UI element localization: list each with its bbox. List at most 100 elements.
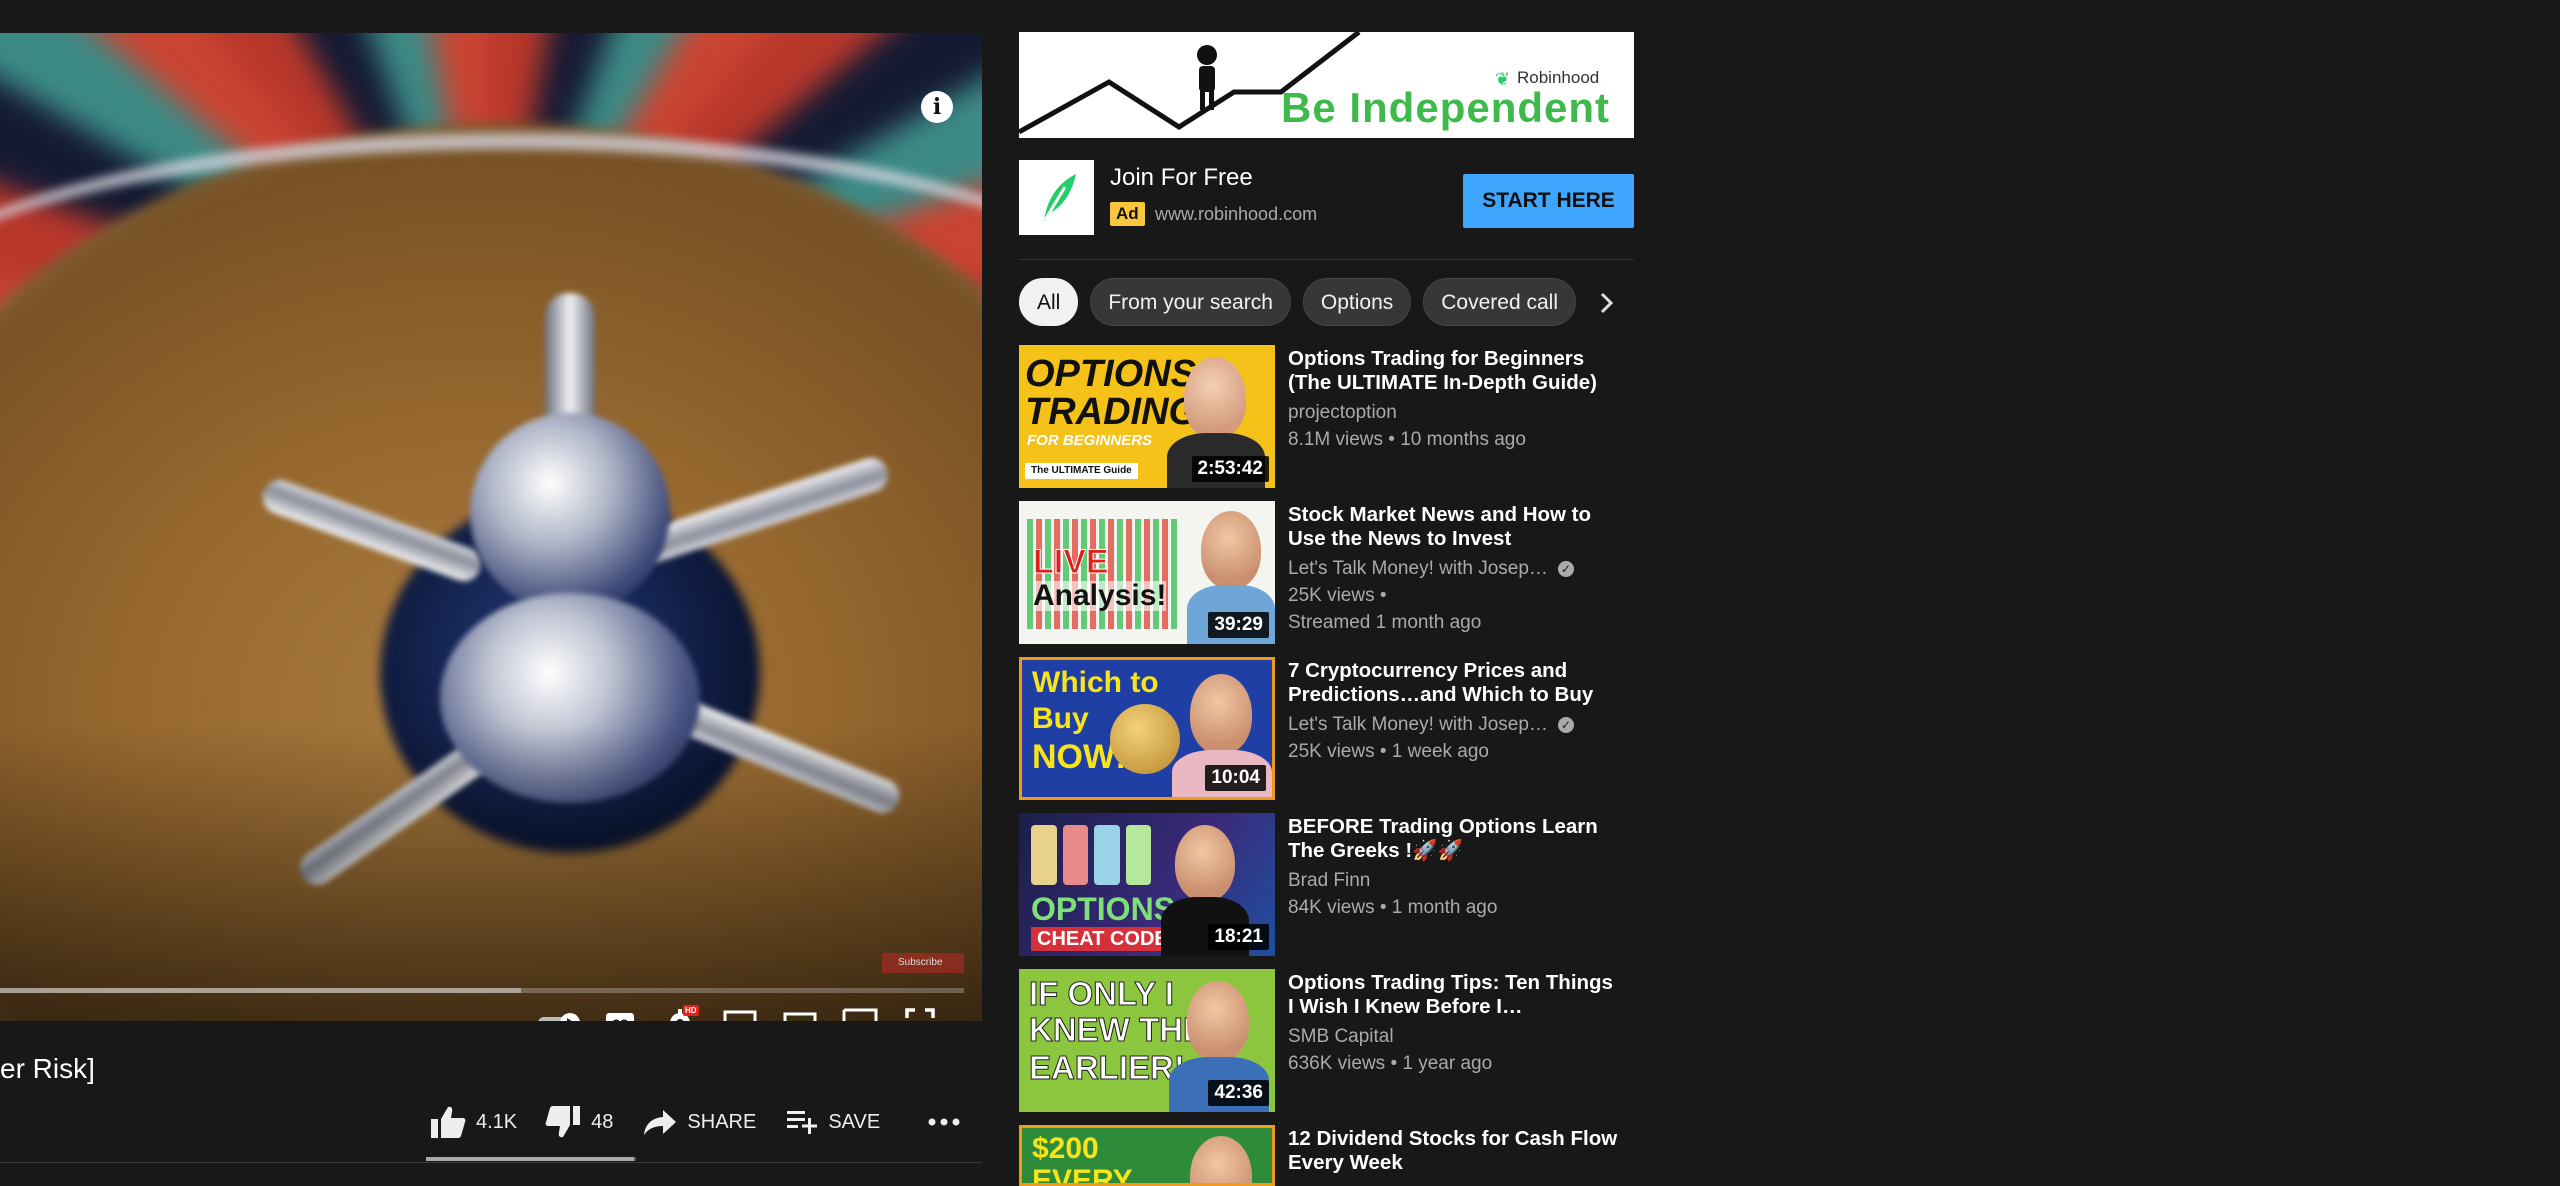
duration-badge: 39:29 [1208,612,1269,638]
like-dislike-ratio-bar [426,1157,636,1161]
thumbnail-text: IF ONLY I [1029,975,1175,1012]
video-meta-streamed: Streamed 1 month ago [1288,612,1482,633]
chips-next-button[interactable] [1577,278,1635,328]
video-meta: 25K views • [1288,585,1387,606]
thumbnail-text: Analysis! [1033,579,1167,612]
channel-name[interactable]: projectoption [1288,402,1397,424]
recommendation-item[interactable]: OPTIONS TRADING FOR BEGINNERS The ULTIMA… [1019,345,1634,488]
thumbnail-text: OPTIONS [1031,891,1176,927]
ad-info[interactable]: Join For Free Ad www.robinhood.com START… [1019,160,1634,236]
subscribe-watermark[interactable]: Subscribe [882,953,964,973]
video-meta: 84K views • 1 month ago [1288,897,1498,918]
captions-icon[interactable]: CC [590,1003,650,1021]
verified-check-icon: ✓ [1557,561,1574,577]
video-frame-roulette-wheel [0,33,982,1021]
chip-covered-call[interactable]: Covered call [1423,278,1576,326]
recommendation-item[interactable]: IF ONLY I KNEW THIS EARLIER! 42:36 Optio… [1019,969,1634,1112]
video-title[interactable]: Options Trading for Beginners (The ULTIM… [1288,347,1618,395]
duration-badge: 2:53:42 [1191,456,1269,482]
hd-badge: HD [683,1005,699,1016]
ad-banner-slogan: Be Independent [1281,84,1611,131]
ad-title: Join For Free [1110,164,1253,191]
video-actions: 4.1K 48 SHARE SAVE [430,1102,990,1142]
divider [1019,259,1634,260]
thumbnail-text: FOR BEGINNERS [1027,432,1153,449]
settings-icon[interactable]: HD [650,1003,710,1021]
thumbs-up-icon [431,1106,466,1138]
recommendation-item[interactable]: Which to Buy NOW! 10:04 7 Cryptocurrency… [1019,657,1634,800]
like-count: 4.1K [476,1110,518,1133]
share-label: SHARE [687,1110,757,1133]
player-controls: CC HD [530,1003,950,1021]
like-button[interactable]: 4.1K [430,1105,517,1139]
recommendation-item[interactable]: OPTIONS CHEAT CODE 18:21 BEFORE Trading … [1019,813,1634,956]
progress-bar[interactable] [0,988,964,993]
fullscreen-icon[interactable] [890,1003,950,1021]
video-meta: 25K views • 1 week ago [1288,741,1489,762]
video-title[interactable]: 12 Dividend Stocks for Cash Flow Every W… [1288,1127,1618,1175]
share-button[interactable]: SHARE [643,1108,756,1136]
share-icon [644,1110,677,1135]
video-title[interactable]: Options Trading Tips: Ten Things I Wish … [1288,971,1618,1019]
chip-from-your-search[interactable]: From your search [1090,278,1291,326]
video-title[interactable]: 7 Cryptocurrency Prices and Predictions…… [1288,659,1618,707]
more-actions-button[interactable] [928,1118,960,1126]
theater-mode-icon[interactable] [770,1003,830,1021]
thumbnail-text: The ULTIMATE Guide [1025,463,1138,479]
channel-name[interactable]: Brad Finn [1288,870,1370,892]
filter-chips: All From your search Options Covered call [1019,278,1634,328]
svg-text:CC: CC [612,1018,628,1021]
robinhood-logo-icon [1019,160,1094,235]
thumbnail-text: OPTIONS [1025,353,1197,395]
video-title[interactable]: Stock Market News and How to Use the New… [1288,503,1618,551]
recommendation-item[interactable]: $200 EVERY 12 Dividend Stocks for Cash F… [1019,1125,1634,1186]
thumbnail-text: $200 [1032,1132,1099,1165]
duration-badge: 42:36 [1208,1080,1269,1106]
divider [0,1162,982,1163]
chevron-right-icon [1600,292,1613,314]
save-button[interactable]: SAVE [786,1109,880,1135]
thumbnail[interactable]: LIVE Analysis! 39:29 [1019,501,1275,644]
channel-name[interactable]: Let's Talk Money! with Josep… ✓ [1288,714,1574,736]
thumbnail[interactable]: $200 EVERY [1019,1125,1275,1186]
airplay-icon[interactable] [830,1003,890,1021]
save-label: SAVE [828,1110,881,1133]
ad-cta-button[interactable]: START HERE [1463,174,1634,228]
add-to-playlist-icon [787,1111,818,1134]
thumbnail-text: TRADING [1025,391,1199,433]
miniplayer-icon[interactable] [710,1003,770,1021]
thumbnail[interactable]: Which to Buy NOW! 10:04 [1019,657,1275,800]
recommendation-item[interactable]: LIVE Analysis! 39:29 Stock Market News a… [1019,501,1634,644]
video-player[interactable]: i Subscribe CC HD [0,33,982,1021]
thumbs-down-icon [545,1106,581,1138]
thumbnail[interactable]: IF ONLY I KNEW THIS EARLIER! 42:36 [1019,969,1275,1112]
channel-name[interactable]: Let's Talk Money! with Josep… ✓ [1288,558,1574,580]
ad-banner[interactable]: ❦ Robinhood Be Independent [1019,32,1634,138]
channel-name-text: Let's Talk Money! with Josep… [1288,558,1548,579]
progress-buffered [0,988,521,993]
chip-all[interactable]: All [1019,278,1079,326]
dislike-button[interactable]: 48 [545,1105,613,1139]
duration-badge: 18:21 [1208,924,1269,950]
ad-badge: Ad [1110,202,1145,226]
duration-badge: 10:04 [1205,765,1266,791]
thumbnail-text: LIVE [1033,543,1110,581]
ad-url: www.robinhood.com [1155,204,1318,224]
video-title: er Risk] [0,1053,95,1084]
thumbnail-text: CHEAT CODE [1031,927,1174,951]
dislike-count: 48 [591,1110,614,1133]
verified-check-icon: ✓ [1557,717,1574,733]
thumbnail[interactable]: OPTIONS TRADING FOR BEGINNERS The ULTIMA… [1019,345,1275,488]
video-meta: 8.1M views • 10 months ago [1288,429,1526,450]
thumbnail[interactable]: OPTIONS CHEAT CODE 18:21 [1019,813,1275,956]
thumbnail-text: Which to [1032,666,1159,699]
thumbnail-text: Buy [1032,702,1089,735]
info-icon[interactable]: i [921,91,953,123]
thumbnail-text: EVERY [1032,1164,1133,1186]
video-meta: 636K views • 1 year ago [1288,1053,1493,1074]
autoplay-toggle-icon[interactable] [530,1003,590,1021]
subscribe-watermark-label: Subscribe [898,957,943,968]
video-title[interactable]: BEFORE Trading Options Learn The Greeks … [1288,815,1618,863]
channel-name[interactable]: SMB Capital [1288,1026,1394,1048]
chip-options[interactable]: Options [1302,278,1412,326]
